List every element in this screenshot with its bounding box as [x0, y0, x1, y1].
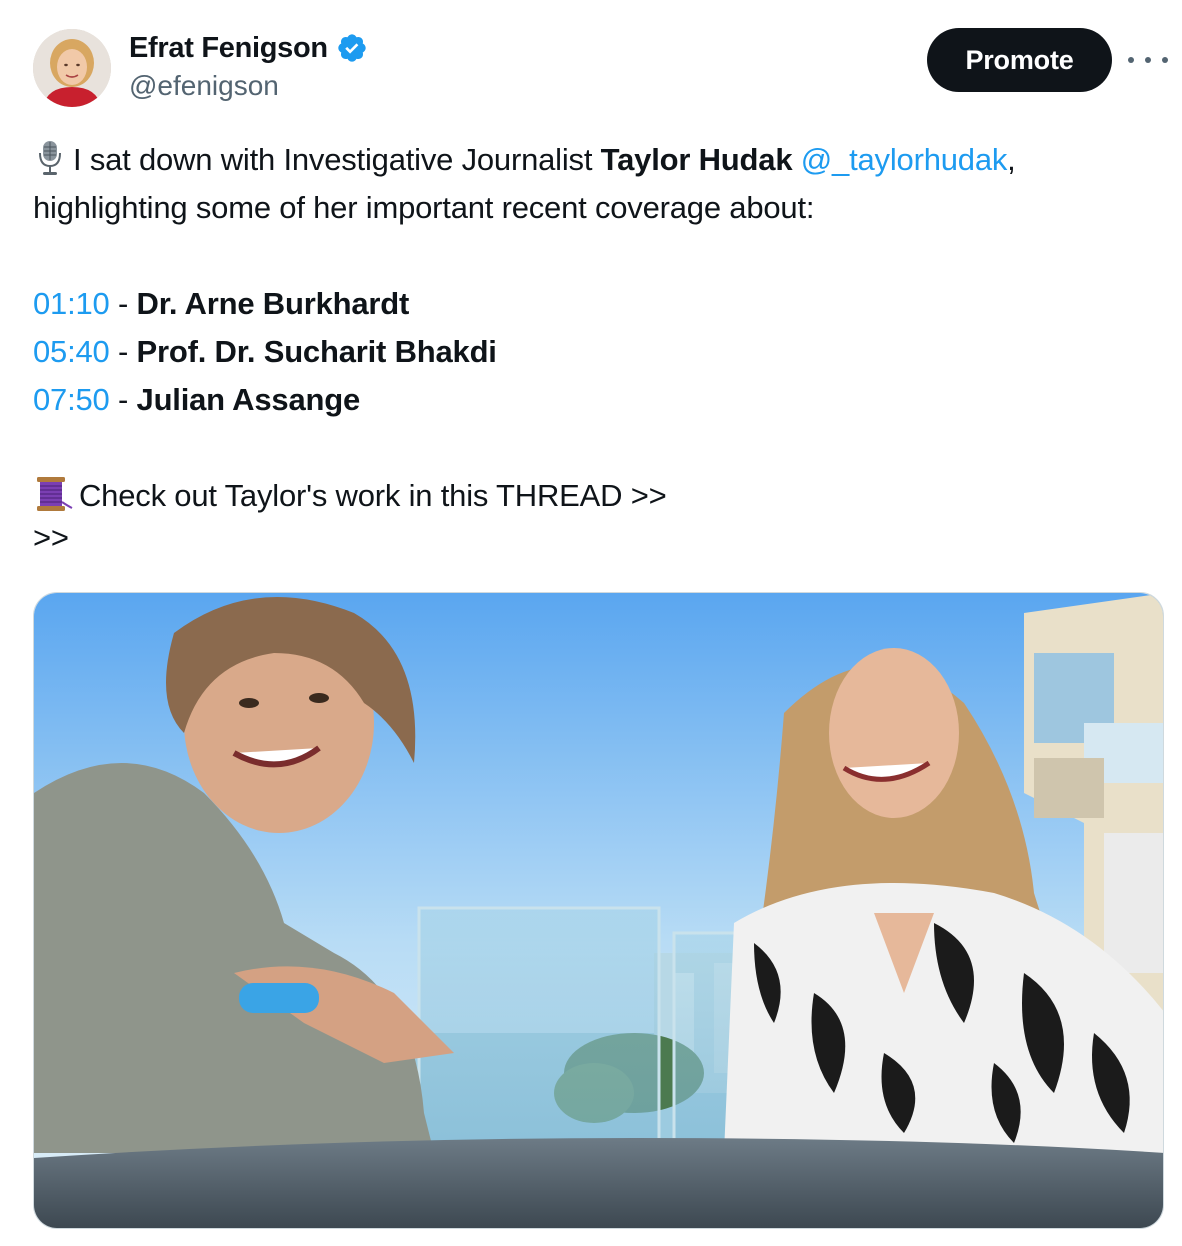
verified-badge-icon[interactable]: [336, 32, 368, 64]
chapter-timestamp-link[interactable]: 01:10: [33, 286, 110, 321]
thread-tail: >>: [33, 520, 69, 555]
guest-name: Taylor Hudak: [600, 142, 793, 177]
avatar[interactable]: [33, 29, 111, 107]
promote-button[interactable]: Promote: [927, 28, 1112, 92]
chapter-row: 07:50 - Julian Assange: [33, 376, 1163, 424]
chapter-title: Julian Assange: [136, 382, 361, 417]
guest-handle-link[interactable]: @_taylorhudak: [801, 142, 1008, 177]
more-dot: [1145, 57, 1151, 63]
chapter-timestamp-link[interactable]: 05:40: [33, 334, 110, 369]
chapter-title: Dr. Arne Burkhardt: [136, 286, 410, 321]
intro-comma: ,: [1007, 142, 1016, 177]
chapter-separator: -: [109, 382, 137, 417]
more-dot: [1162, 57, 1168, 63]
more-options-icon[interactable]: [1128, 45, 1168, 75]
chapter-separator: -: [109, 286, 137, 321]
spacer-text: [792, 142, 800, 177]
author-display-name[interactable]: Efrat Fenigson: [129, 32, 328, 65]
tweet-line-2: highlighting some of her important recen…: [33, 190, 815, 225]
tweet-card: Efrat Fenigson @efenigson Promote I sat …: [0, 0, 1182, 1246]
video-thumbnail[interactable]: [33, 592, 1164, 1229]
spool-of-thread-icon: [33, 475, 73, 513]
studio-microphone-icon: [33, 139, 67, 177]
chapter-row: 05:40 - Prof. Dr. Sucharit Bhakdi: [33, 328, 1163, 376]
author-handle[interactable]: @efenigson: [129, 70, 279, 102]
author-name-row: Efrat Fenigson: [129, 29, 368, 67]
chapter-timestamp-link[interactable]: 07:50: [33, 382, 110, 417]
intro-text: I sat down with Investigative Journalist: [73, 142, 601, 177]
thread-text: Check out Taylor's work in this THREAD >…: [79, 478, 667, 513]
chapter-row: 01:10 - Dr. Arne Burkhardt: [33, 280, 1163, 328]
tweet-line-1: I sat down with Investigative Journalist…: [33, 136, 1163, 184]
more-dot: [1128, 57, 1134, 63]
chapter-title: Prof. Dr. Sucharit Bhakdi: [136, 334, 497, 369]
chapter-separator: -: [109, 334, 137, 369]
tweet-text: I sat down with Investigative Journalist…: [33, 136, 1163, 556]
thread-line: Check out Taylor's work in this THREAD >…: [33, 472, 1163, 520]
